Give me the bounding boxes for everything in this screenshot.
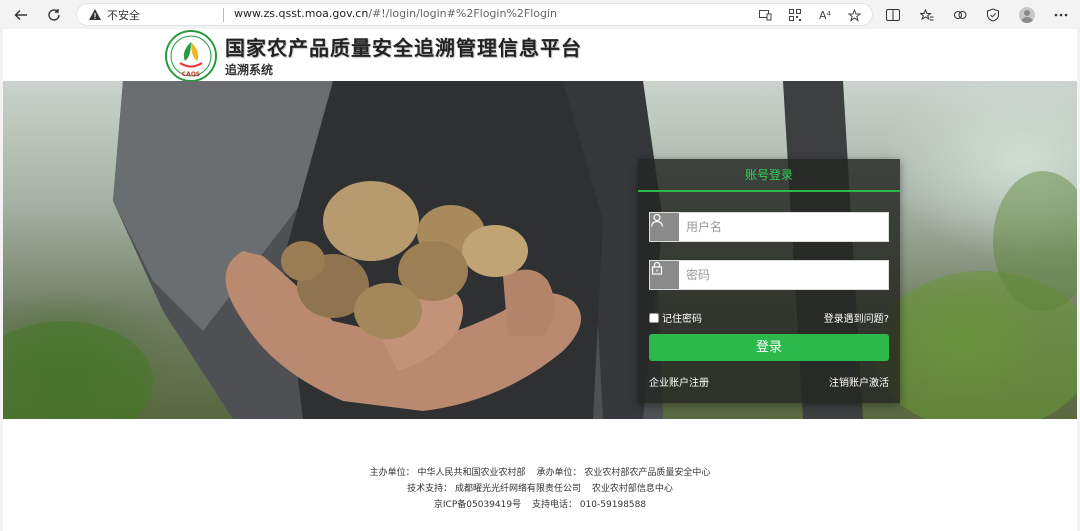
- account-activate-link[interactable]: 注销账户激活: [829, 374, 889, 389]
- insecure-label: 不安全: [107, 9, 140, 22]
- page-title: 国家农产品质量安全追溯管理信息平台: [225, 36, 582, 60]
- footer-phone-label: 支持电话：: [531, 500, 577, 510]
- reading-view-icon[interactable]: [757, 8, 773, 22]
- more-menu-icon[interactable]: [1051, 5, 1071, 25]
- url-path: /#!/login/login#%2Flogin%2Flogin: [368, 7, 558, 20]
- login-problem-link[interactable]: 登录遇到问题?: [824, 310, 889, 325]
- hero-banner: 账号登录 记住密码 登录遇到问题? 登录 企业账户注册 注销账户激活: [3, 81, 1077, 419]
- footer-organizer-label: 承办单位：: [536, 468, 582, 478]
- username-field[interactable]: [649, 212, 889, 242]
- footer-sponsor: 中华人民共和国农业农村部: [417, 468, 526, 478]
- caqs-logo: CAQS: [165, 30, 217, 82]
- footer-tech-2: 农业农村部信息中心: [591, 484, 673, 494]
- enterprise-register-link[interactable]: 企业账户注册: [649, 374, 709, 389]
- username-input[interactable]: [686, 218, 882, 236]
- login-button[interactable]: 登录: [649, 334, 889, 361]
- footer-organizer: 农业农村部农产品质量安全中心: [584, 468, 711, 478]
- lock-icon: [650, 261, 679, 289]
- login-panel: 账号登录 记住密码 登录遇到问题? 登录 企业账户注册 注销账户激活: [638, 159, 900, 403]
- browser-toolbar: 不安全 www.zs.qsst.moa.gov.cn/#!/login/logi…: [0, 0, 1080, 29]
- address-separator: [223, 8, 224, 22]
- footer-line-2: 技术支持： 成都曜光光纤网络有限责任公司 农业农村部信息中心: [3, 481, 1077, 497]
- page-content: CAQS 国家农产品质量安全追溯管理信息平台 追溯系统 账号登录 用户名 记住密…: [3, 29, 1077, 531]
- favorite-star-icon[interactable]: [846, 8, 862, 22]
- refresh-icon[interactable]: [43, 4, 65, 26]
- favorites-icon[interactable]: [917, 5, 937, 25]
- password-field[interactable]: [649, 260, 889, 290]
- avatar: [1019, 7, 1035, 23]
- site-header: CAQS 国家农产品质量安全追溯管理信息平台 追溯系统: [3, 29, 1077, 82]
- footer-tech-label: 技术支持：: [407, 484, 453, 494]
- browser-essentials-icon[interactable]: [983, 5, 1003, 25]
- url-text[interactable]: www.zs.qsst.moa.gov.cn/#!/login/login#%2…: [234, 7, 557, 20]
- warning-icon: [89, 9, 101, 20]
- profile-avatar-icon[interactable]: [1017, 5, 1037, 25]
- remember-checkbox[interactable]: [649, 312, 659, 323]
- remember-label: 记住密码: [662, 314, 702, 325]
- footer-line-1: 主办单位： 中华人民共和国农业农村部 承办单位： 农业农村部农产品质量安全中心: [3, 465, 1077, 481]
- split-screen-icon[interactable]: [883, 5, 903, 25]
- farmer-hands-photo: [3, 81, 1077, 419]
- logo-text: CAQS: [182, 71, 200, 78]
- url-host: www.zs.qsst.moa.gov.cn: [234, 7, 369, 20]
- footer-line-3: 京ICP备05039419号 支持电话： 010-59198588: [3, 497, 1077, 513]
- back-icon[interactable]: [10, 4, 32, 26]
- address-bar[interactable]: 不安全 www.zs.qsst.moa.gov.cn/#!/login/logi…: [76, 3, 873, 26]
- page-subtitle: 追溯系统: [225, 63, 274, 77]
- qr-code-icon[interactable]: [787, 8, 803, 22]
- footer-sponsor-label: 主办单位：: [369, 468, 415, 478]
- footer-icp[interactable]: 京ICP备05039419号: [434, 500, 521, 510]
- user-icon: [650, 213, 679, 241]
- site-footer: 主办单位： 中华人民共和国农业农村部 承办单位： 农业农村部农产品质量安全中心 …: [3, 465, 1077, 513]
- footer-phone: 010-59198588: [579, 500, 647, 510]
- tab-account-login[interactable]: 账号登录: [638, 159, 900, 192]
- read-aloud-icon[interactable]: A⁴: [817, 8, 833, 22]
- password-input[interactable]: [686, 266, 882, 284]
- footer-tech-1: 成都曜光光纤网络有限责任公司: [454, 484, 581, 494]
- extensions-icon[interactable]: [950, 5, 970, 25]
- remember-password[interactable]: 记住密码: [649, 310, 702, 325]
